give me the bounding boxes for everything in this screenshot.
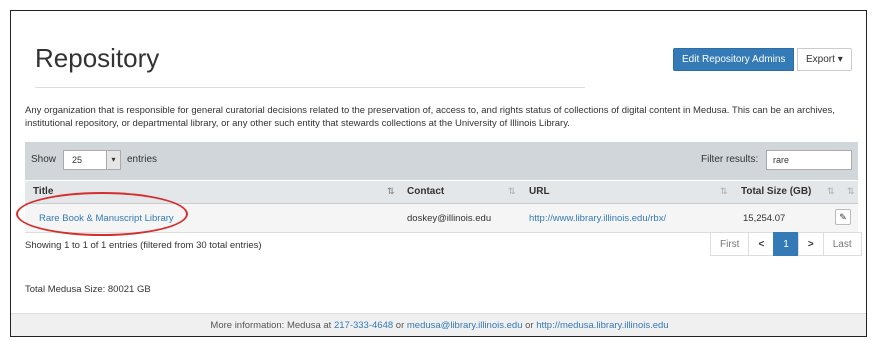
page-title: Repository <box>35 43 160 73</box>
footer: More information: Medusa at 217-333-4648… <box>11 313 866 336</box>
screenshot-frame: Repository Edit Repository Admins Export… <box>10 10 867 337</box>
medusa-site-link[interactable]: http://medusa.library.illinois.edu <box>536 320 668 331</box>
sort-icon[interactable]: ⇅ <box>720 186 727 197</box>
entries-label: entries <box>127 154 158 165</box>
column-contact-header[interactable]: Contact <box>407 186 444 197</box>
column-url-header[interactable]: URL <box>529 186 550 197</box>
page-1-button[interactable]: 1 <box>773 232 799 256</box>
last-page-button[interactable]: Last <box>822 232 862 256</box>
email-link[interactable]: medusa@library.illinois.edu <box>407 320 523 331</box>
annotation-circle <box>16 192 188 236</box>
sort-icon[interactable]: ⇅ <box>827 186 834 197</box>
table-info: Showing 1 to 1 of 1 entries (filtered fr… <box>25 240 262 251</box>
previous-page-button[interactable]: < <box>748 232 775 256</box>
title-divider <box>35 87 585 88</box>
caret-down-icon: ▾ <box>837 54 843 65</box>
repository-description: Any organization that is responsible for… <box>25 105 835 129</box>
footer-or: or <box>395 320 405 331</box>
footer-prefix: More information: Medusa at <box>210 320 332 331</box>
sort-icon[interactable]: ⇅ <box>508 186 515 197</box>
contact-email: doskey@illinois.edu <box>407 213 492 224</box>
total-size-value: 15,254.07 <box>743 213 786 224</box>
edit-icon[interactable]: ✎ <box>835 209 851 225</box>
export-label: Export <box>806 54 835 65</box>
show-label: Show <box>31 154 57 165</box>
sort-desc-icon[interactable]: ⇅ <box>387 186 394 197</box>
first-page-button[interactable]: First <box>710 232 750 256</box>
total-medusa-size: Total Medusa Size: 80021 GB <box>25 284 151 295</box>
table-toolbar: Show 25 ▾ entries Filter results: rare <box>25 142 858 180</box>
filter-input[interactable]: rare <box>766 150 852 170</box>
export-dropdown-button[interactable]: Export ▾ <box>797 48 852 71</box>
next-page-button[interactable]: > <box>797 232 824 256</box>
page-size-select[interactable]: 25 ▾ <box>63 150 121 170</box>
filter-label: Filter results: <box>701 154 759 165</box>
phone-link[interactable]: 217-333-4648 <box>334 320 393 331</box>
edit-repository-admins-button[interactable]: Edit Repository Admins <box>673 48 795 71</box>
caret-down-icon: ▾ <box>106 151 120 169</box>
pagination: First < 1 > Last <box>710 232 862 258</box>
page-size-value: 25 <box>72 155 83 165</box>
sort-icon[interactable]: ⇅ <box>847 186 854 197</box>
column-size-header[interactable]: Total Size (GB) <box>741 186 811 197</box>
footer-or: or <box>525 320 534 331</box>
repository-url-link[interactable]: http://www.library.illinois.edu/rbx/ <box>529 213 666 224</box>
